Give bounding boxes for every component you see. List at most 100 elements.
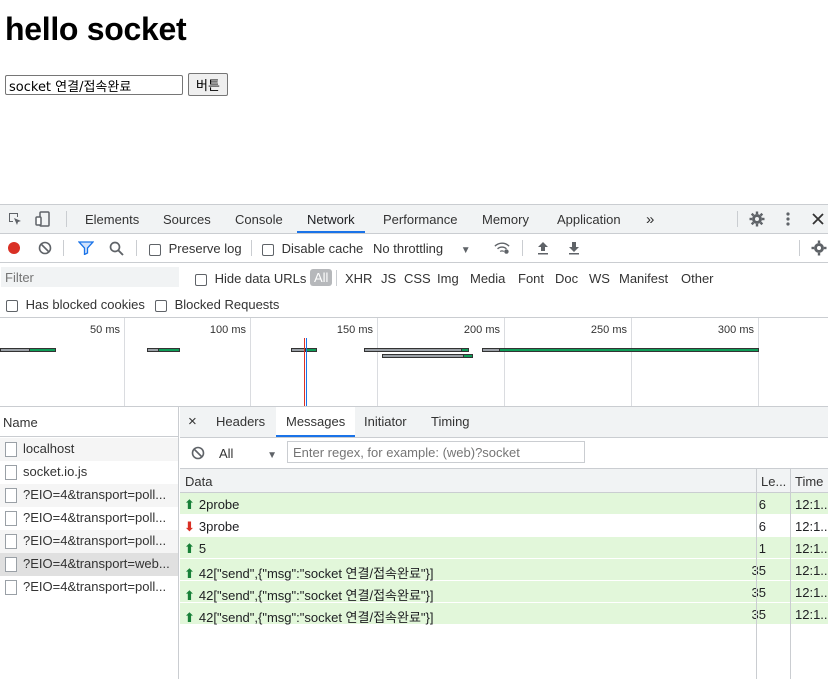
has-blocked-cookies-label: Has blocked cookies <box>25 297 145 312</box>
more-tabs-button[interactable]: » <box>646 205 654 233</box>
network-settings-gear-icon[interactable] <box>811 240 827 256</box>
filter-type-xhr[interactable]: XHR <box>345 271 372 286</box>
throttling-select[interactable]: No throttling ▼ <box>373 241 471 256</box>
request-row[interactable]: ?EIO=4&transport=poll... <box>0 507 178 530</box>
timeline-gridline <box>377 318 378 406</box>
request-name: ?EIO=4&transport=poll... <box>23 510 167 525</box>
tab-network[interactable]: Network <box>297 205 365 233</box>
preserve-log-checkbox[interactable]: Preserve log <box>149 241 242 256</box>
message-data: 5 <box>198 541 207 556</box>
search-icon[interactable] <box>108 240 124 256</box>
message-row[interactable]: ⬆ 2probe 6 12:1... <box>180 493 828 515</box>
filter-type-all[interactable]: All <box>310 269 333 286</box>
filter-type-manifest[interactable]: Manifest <box>619 271 668 286</box>
network-overview-timeline[interactable]: 50 ms 100 ms 150 ms 200 ms 250 ms 300 ms <box>0 318 828 407</box>
checkbox-box[interactable] <box>195 273 207 286</box>
timeline-request-bar <box>29 348 56 352</box>
tab-elements[interactable]: Elements <box>85 205 139 233</box>
timeline-request-bar <box>482 348 500 352</box>
checkbox-box[interactable] <box>149 243 161 256</box>
request-row[interactable]: localhost <box>0 438 178 461</box>
request-detail-pane: × Headers Messages Initiator Timing All … <box>180 407 828 679</box>
message-input[interactable] <box>5 75 183 95</box>
send-button[interactable]: 버튼 <box>188 73 228 96</box>
request-row-selected[interactable]: ?EIO=4&transport=web... <box>0 553 178 576</box>
checkbox-box[interactable] <box>262 243 274 256</box>
document-file-icon <box>5 442 17 457</box>
export-har-download-icon[interactable] <box>566 240 582 256</box>
preserve-log-label: Preserve log <box>168 241 242 256</box>
time-column-header[interactable]: Time <box>795 474 823 489</box>
timeline-request-bar <box>463 354 473 358</box>
timeline-request-bar <box>0 348 30 352</box>
message-regex-filter[interactable] <box>287 441 585 463</box>
timeline-request-bar <box>382 354 464 358</box>
filter-funnel-icon[interactable] <box>78 240 94 256</box>
message-data: 42["send",{"msg":"socket 연결/접속완료"}] <box>198 610 434 625</box>
message-row[interactable]: ⬆ 5 1 12:1... <box>180 537 828 559</box>
close-detail-icon[interactable]: × <box>188 407 197 437</box>
filter-input[interactable] <box>1 267 179 287</box>
xhr-file-icon <box>5 511 17 526</box>
tab-console[interactable]: Console <box>235 205 283 233</box>
clear-messages-icon[interactable] <box>190 445 206 461</box>
filter-bar: Hide data URLs All XHR JS CSS Img Media … <box>0 263 828 318</box>
name-column-header[interactable]: Name <box>0 407 178 437</box>
toolbar-divider <box>799 240 800 256</box>
message-row[interactable]: ⬇ 3probe 6 12:1... <box>180 515 828 537</box>
timeline-tick-label: 100 ms <box>209 324 246 336</box>
filter-type-img[interactable]: Img <box>437 271 459 286</box>
request-row[interactable]: ?EIO=4&transport=poll... <box>0 484 178 507</box>
filter-type-css[interactable]: CSS <box>404 271 431 286</box>
filter-type-js[interactable]: JS <box>381 271 396 286</box>
toolbar-divider <box>63 240 64 256</box>
has-blocked-cookies-checkbox[interactable]: Has blocked cookies <box>6 297 145 312</box>
page-heading: hello socket <box>5 11 187 47</box>
tab-memory[interactable]: Memory <box>482 205 529 233</box>
devtools-tabbar: Elements Sources Console Network Perform… <box>0 205 828 234</box>
disable-cache-checkbox[interactable]: Disable cache <box>262 241 363 256</box>
message-length: 6 <box>758 497 766 512</box>
filter-type-ws[interactable]: WS <box>589 271 610 286</box>
filter-type-other[interactable]: Other <box>681 271 714 286</box>
checkbox-box[interactable] <box>155 299 167 312</box>
import-har-upload-icon[interactable] <box>535 240 551 256</box>
message-type-select[interactable]: All ▼ <box>219 446 277 461</box>
request-row[interactable]: socket.io.js <box>0 461 178 484</box>
network-conditions-wifi-icon[interactable] <box>494 240 510 256</box>
length-column-header[interactable]: Le... <box>761 474 786 489</box>
data-column-header[interactable]: Data <box>185 474 212 489</box>
tabbar-divider <box>737 211 738 227</box>
filter-type-media[interactable]: Media <box>470 271 505 286</box>
message-time: 12:1... <box>795 607 828 622</box>
request-list: Name localhost socket.io.js ?EIO=4&trans… <box>0 407 179 679</box>
detail-tab-messages[interactable]: Messages <box>276 407 356 437</box>
record-icon[interactable] <box>8 242 20 254</box>
request-row[interactable]: ?EIO=4&transport=poll... <box>0 530 178 553</box>
clear-icon[interactable] <box>37 240 53 256</box>
settings-gear-icon[interactable] <box>749 211 765 227</box>
tab-sources[interactable]: Sources <box>163 205 211 233</box>
device-toolbar-icon[interactable] <box>35 211 51 227</box>
close-devtools-icon[interactable] <box>810 211 826 227</box>
detail-tab-initiator[interactable]: Initiator <box>364 407 407 437</box>
messages-filter-bar: All ▼ <box>180 438 828 469</box>
message-row[interactable]: ⬆ 42["send",{"msg":"socket 연결/접속완료"}] 35 … <box>180 581 828 603</box>
tab-performance[interactable]: Performance <box>383 205 457 233</box>
detail-tabbar: × Headers Messages Initiator Timing <box>180 407 828 438</box>
tab-application[interactable]: Application <box>557 205 621 233</box>
filter-type-font[interactable]: Font <box>518 271 544 286</box>
message-row[interactable]: ⬆ 42["send",{"msg":"socket 연결/접속완료"}] 35 … <box>180 603 828 625</box>
more-options-icon[interactable] <box>780 211 796 227</box>
message-row[interactable]: ⬆ 42["send",{"msg":"socket 연결/접속완료"}] 35 … <box>180 559 828 581</box>
blocked-requests-checkbox[interactable]: Blocked Requests <box>155 297 279 312</box>
filter-type-doc[interactable]: Doc <box>555 271 578 286</box>
detail-tab-timing[interactable]: Timing <box>431 407 470 437</box>
request-name: ?EIO=4&transport=poll... <box>23 487 167 502</box>
checkbox-box[interactable] <box>6 299 18 312</box>
timeline-gridline <box>504 318 505 406</box>
inspect-element-icon[interactable] <box>7 211 23 227</box>
hide-data-urls-checkbox[interactable]: Hide data URLs <box>195 271 306 286</box>
detail-tab-headers[interactable]: Headers <box>216 407 265 437</box>
request-row[interactable]: ?EIO=4&transport=poll... <box>0 576 178 599</box>
